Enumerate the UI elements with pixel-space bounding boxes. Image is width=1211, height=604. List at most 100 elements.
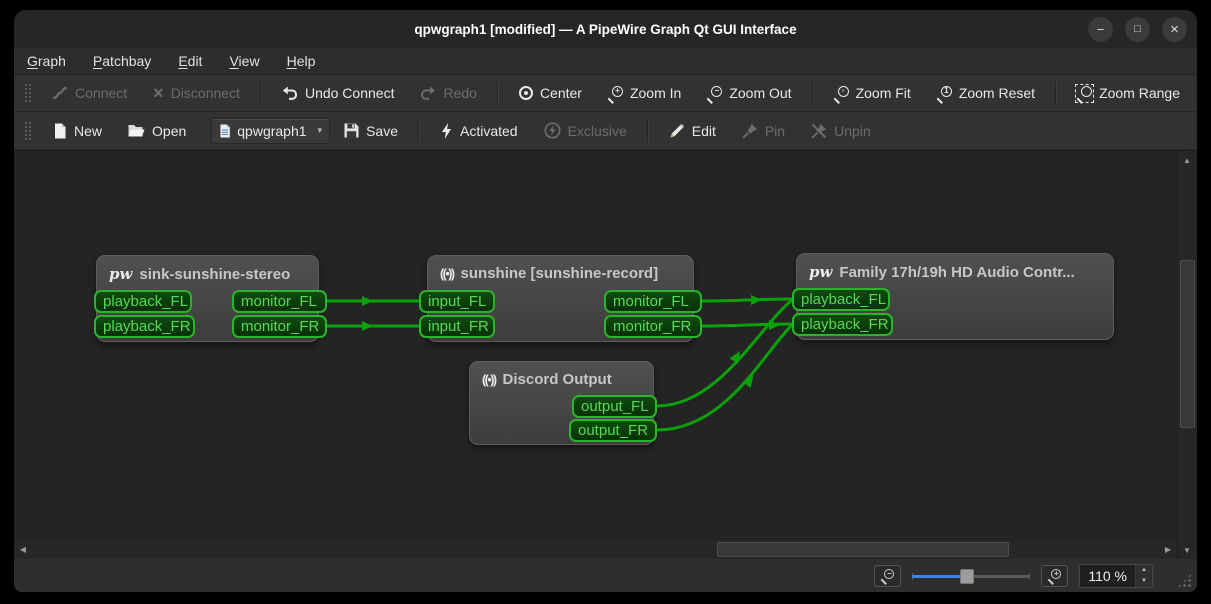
window-title: qpwgraph1 [modified] — A PipeWire Graph … xyxy=(125,22,1086,37)
scroll-down-icon: ▼ xyxy=(1183,546,1191,555)
port-monitor-fr[interactable]: monitor_FR xyxy=(604,315,702,338)
zoom-out-icon: − xyxy=(707,86,722,101)
titlebar[interactable]: qpwgraph1 [modified] — A PipeWire Graph … xyxy=(14,10,1197,48)
new-file-icon xyxy=(53,123,67,139)
zoom-in-button[interactable]: + Zoom In xyxy=(608,85,681,101)
spin-down-button[interactable]: ▼ xyxy=(1136,576,1152,587)
scroll-left-button[interactable]: ◀ xyxy=(14,540,32,558)
statusbar: − + 110 % ▲ ▼ xyxy=(14,559,1197,592)
close-button[interactable]: × xyxy=(1162,17,1187,42)
bolt-icon xyxy=(440,123,453,139)
menu-graph[interactable]: Graph xyxy=(27,53,66,69)
port-output-fl[interactable]: output_FL xyxy=(572,395,657,418)
edit-button[interactable]: Edit xyxy=(669,123,716,139)
port-playback-fr[interactable]: playback_FR xyxy=(792,313,893,336)
zoom-out-button[interactable]: − Zoom Out xyxy=(707,85,791,101)
spin-up-button[interactable]: ▲ xyxy=(1136,565,1152,576)
zoom-fit-button[interactable]: ▫ Zoom Fit xyxy=(834,85,911,101)
scroll-right-icon: ▶ xyxy=(1165,545,1171,554)
scroll-down-button[interactable]: ▼ xyxy=(1178,541,1196,559)
connection-wire[interactable] xyxy=(702,299,792,301)
port-input-fl[interactable]: input_FL xyxy=(419,290,495,313)
port-output-fr[interactable]: output_FR xyxy=(569,419,657,442)
toolbar-separator xyxy=(647,120,649,142)
app-window: qpwgraph1 [modified] — A PipeWire Graph … xyxy=(14,10,1197,592)
redo-button: Redo xyxy=(420,85,476,101)
zoom-slider[interactable] xyxy=(912,565,1030,587)
horizontal-scrollbar-thumb[interactable] xyxy=(717,542,1009,557)
unpin-icon xyxy=(811,123,827,139)
zoom-reset-icon: 1 xyxy=(937,86,952,101)
minimize-icon: − xyxy=(1097,23,1105,36)
save-button[interactable]: Save xyxy=(344,123,398,139)
scroll-left-icon: ◀ xyxy=(20,545,26,554)
close-icon: × xyxy=(1170,22,1179,37)
patchbay-file-icon xyxy=(219,124,231,138)
menu-help[interactable]: Help xyxy=(287,53,316,69)
menubar: Graph Patchbay Edit View Help xyxy=(14,48,1197,75)
menu-patchbay[interactable]: Patchbay xyxy=(93,53,151,69)
scroll-up-button[interactable]: ▲ xyxy=(1178,151,1196,169)
center-button[interactable]: Center xyxy=(519,85,582,101)
zoom-in-button-statusbar[interactable]: + xyxy=(1041,565,1068,587)
port-playback-fl[interactable]: playback_FL xyxy=(94,290,192,313)
vertical-scrollbar[interactable]: ▲ ▼ xyxy=(1177,151,1197,559)
toolbar-patchbay: New Open qpwgraph1 ▾ Save Activated Excl… xyxy=(14,112,1197,150)
zoom-out-button-statusbar[interactable]: − xyxy=(874,565,901,587)
unpin-button: Unpin xyxy=(811,123,871,139)
disconnect-button: × Disconnect xyxy=(153,84,240,102)
port-playback-fr[interactable]: playback_FR xyxy=(94,315,195,338)
connection-wire[interactable] xyxy=(657,325,792,430)
toolbar-separator xyxy=(260,82,262,104)
wire-arrow xyxy=(769,320,780,330)
resize-grip[interactable] xyxy=(1177,573,1192,588)
pencil-icon xyxy=(669,123,685,139)
wire-arrow xyxy=(362,321,373,331)
port-playback-fl[interactable]: playback_FL xyxy=(792,288,890,311)
zoom-value[interactable]: 110 % xyxy=(1080,565,1135,587)
zoom-fit-icon: ▫ xyxy=(834,86,849,101)
port-monitor-fl[interactable]: monitor_FL xyxy=(232,290,327,313)
connection-wires xyxy=(14,151,1175,539)
connect-button: Connect xyxy=(52,85,127,101)
activated-button[interactable]: Activated xyxy=(440,123,518,139)
scroll-right-button[interactable]: ▶ xyxy=(1159,540,1177,558)
zoom-spinbox[interactable]: 110 % ▲ ▼ xyxy=(1079,564,1153,588)
zoom-reset-button[interactable]: 1 Zoom Reset xyxy=(937,85,1035,101)
horizontal-scrollbar[interactable]: ◀ ▶ xyxy=(14,539,1177,559)
toolbar-graph: Connect × Disconnect Undo Connect Redo C… xyxy=(14,75,1197,112)
save-icon xyxy=(344,123,359,138)
vertical-scrollbar-thumb[interactable] xyxy=(1180,260,1195,428)
graph-canvas[interactable]: pw sink-sunshine-stereo ((•)) sunshine [… xyxy=(14,150,1197,559)
minimize-button[interactable]: − xyxy=(1088,17,1113,42)
zoom-in-icon: + xyxy=(1048,569,1061,582)
zoom-slider-handle[interactable] xyxy=(960,569,974,584)
zoom-range-icon xyxy=(1077,86,1092,101)
patchbay-combobox[interactable]: qpwgraph1 ▾ xyxy=(211,118,330,144)
port-monitor-fr[interactable]: monitor_FR xyxy=(232,315,327,338)
zoom-out-icon: − xyxy=(881,569,894,582)
connect-icon xyxy=(52,85,68,101)
chevron-down-icon: ▾ xyxy=(318,125,323,136)
toolbar-separator xyxy=(812,82,814,104)
center-icon xyxy=(519,86,533,100)
zoom-range-button[interactable]: Zoom Range xyxy=(1077,85,1180,101)
open-button[interactable]: Open xyxy=(128,123,186,139)
toolbar-separator xyxy=(497,82,499,104)
exclusive-button: Exclusive xyxy=(544,122,627,139)
wire-arrow xyxy=(751,295,762,305)
scroll-up-icon: ▲ xyxy=(1183,156,1191,165)
undo-icon xyxy=(282,86,298,101)
toolbar-drag-handle[interactable] xyxy=(23,120,32,142)
toolbar-drag-handle[interactable] xyxy=(23,82,31,104)
zoom-in-icon: + xyxy=(608,86,623,101)
patchbay-combobox-value: qpwgraph1 xyxy=(237,123,306,139)
undo-connect-button[interactable]: Undo Connect xyxy=(282,85,395,101)
maximize-button[interactable]: □ xyxy=(1125,17,1150,42)
port-input-fr[interactable]: input_FR xyxy=(419,315,495,338)
menu-edit[interactable]: Edit xyxy=(178,53,202,69)
port-monitor-fl[interactable]: monitor_FL xyxy=(604,290,702,313)
menu-view[interactable]: View xyxy=(229,53,259,69)
new-button[interactable]: New xyxy=(53,123,102,139)
redo-icon xyxy=(420,86,436,101)
